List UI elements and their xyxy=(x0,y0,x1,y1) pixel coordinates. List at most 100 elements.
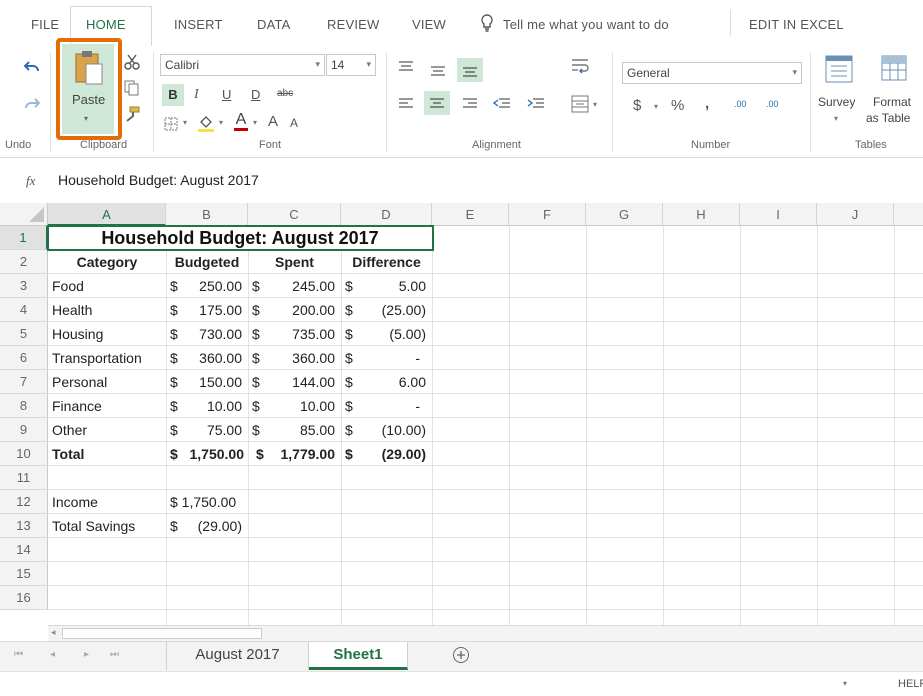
column-header-c[interactable]: C xyxy=(248,203,341,226)
cell-difference[interactable]: $ - xyxy=(341,394,432,418)
row-header-4[interactable]: 4 xyxy=(0,298,48,322)
merge-dropdown-icon[interactable]: ▾ xyxy=(593,100,597,109)
fill-color-icon[interactable] xyxy=(197,114,215,137)
cell-budgeted[interactable]: $10.00 xyxy=(166,394,248,418)
cell-category[interactable]: Finance xyxy=(48,394,166,418)
cell-budgeted[interactable]: $730.00 xyxy=(166,322,248,346)
format-painter-icon[interactable] xyxy=(124,106,140,127)
row-header-10[interactable]: 10 xyxy=(0,442,48,466)
borders-dropdown-icon[interactable]: ▾ xyxy=(183,118,187,127)
cell-difference[interactable]: $ (5.00) xyxy=(341,322,432,346)
column-header-a[interactable]: A xyxy=(48,203,166,226)
tell-me-search[interactable]: Tell me what you want to do xyxy=(503,17,669,32)
accounting-dropdown-icon[interactable]: ▾ xyxy=(654,102,658,111)
header-category[interactable]: Category xyxy=(48,250,166,274)
percent-format-button[interactable]: % xyxy=(671,98,684,113)
scrollbar-thumb[interactable] xyxy=(62,628,262,639)
decrease-decimal-button[interactable]: .00 xyxy=(766,100,779,109)
align-right-icon[interactable] xyxy=(462,97,478,116)
strikethrough-button[interactable]: abc xyxy=(277,89,293,99)
cell-total-label[interactable]: Total xyxy=(48,442,166,466)
paste-dropdown-arrow-icon[interactable]: ▾ xyxy=(84,114,88,123)
increase-indent-icon[interactable] xyxy=(527,97,545,116)
align-center-button[interactable] xyxy=(424,91,450,115)
fill-color-dropdown-icon[interactable]: ▾ xyxy=(219,118,223,127)
row-header-5[interactable]: 5 xyxy=(0,322,48,346)
merge-center-icon[interactable] xyxy=(571,95,589,118)
cell-budgeted[interactable]: $150.00 xyxy=(166,370,248,394)
tab-data[interactable]: DATA xyxy=(257,17,291,32)
copy-icon[interactable] xyxy=(124,80,140,101)
cell-difference[interactable]: $6.00 xyxy=(341,370,432,394)
row-header-12[interactable]: 12 xyxy=(0,490,48,514)
cell-difference[interactable]: $ (25.00) xyxy=(341,298,432,322)
cell-difference[interactable]: $ (10.00) xyxy=(341,418,432,442)
cell-total-spent[interactable]: $1,779.00 xyxy=(248,442,341,466)
cell-budgeted[interactable]: $75.00 xyxy=(166,418,248,442)
grow-font-button[interactable]: A xyxy=(268,114,278,129)
cell-total-difference[interactable]: $ (29.00) xyxy=(341,442,432,466)
column-header-j[interactable]: J xyxy=(817,203,894,226)
row-header-11[interactable]: 11 xyxy=(0,466,48,490)
comma-format-button[interactable]: , xyxy=(705,96,709,111)
number-format-combo[interactable]: General ▾ xyxy=(622,62,802,84)
tab-home[interactable]: HOME xyxy=(86,17,126,32)
cell-spent[interactable]: $735.00 xyxy=(248,322,341,346)
cell-spent[interactable]: $360.00 xyxy=(248,346,341,370)
cell-budgeted[interactable]: $175.00 xyxy=(166,298,248,322)
column-header-g[interactable]: G xyxy=(586,203,663,226)
accounting-format-button[interactable]: $ xyxy=(633,98,641,113)
cell-category[interactable]: Food xyxy=(48,274,166,298)
tab-file[interactable]: FILE xyxy=(31,17,59,32)
column-header-i[interactable]: I xyxy=(740,203,817,226)
shrink-font-button[interactable]: A xyxy=(290,117,298,129)
last-sheet-icon[interactable]: ⏭ xyxy=(110,649,119,660)
column-header-h[interactable]: H xyxy=(663,203,740,226)
function-icon[interactable]: fx xyxy=(26,173,35,189)
survey-label[interactable]: Survey xyxy=(818,95,855,109)
header-difference[interactable]: Difference xyxy=(341,250,432,274)
spreadsheet-grid[interactable]: A B C D E F G H I J 1 2 3 4 5 6 7 8 9 10… xyxy=(0,203,923,625)
header-spent[interactable]: Spent xyxy=(248,250,341,274)
cell-spent[interactable]: $200.00 xyxy=(248,298,341,322)
tab-review[interactable]: REVIEW xyxy=(327,17,379,32)
format-as-table-label-1[interactable]: Format xyxy=(873,95,911,109)
bold-button[interactable]: B xyxy=(162,84,184,106)
font-color-button[interactable]: A xyxy=(234,112,248,131)
row-header-15[interactable]: 15 xyxy=(0,562,48,586)
cell-category[interactable]: Housing xyxy=(48,322,166,346)
cell-category[interactable]: Other xyxy=(48,418,166,442)
sheet-tab-august-2017[interactable]: August 2017 xyxy=(166,642,309,670)
prev-sheet-icon[interactable]: ◂ xyxy=(50,649,55,660)
cell-income-value[interactable]: $ 1,750.00 xyxy=(166,490,248,514)
align-bottom-button[interactable] xyxy=(457,58,483,82)
tab-view[interactable]: VIEW xyxy=(412,17,446,32)
format-as-table-label-2[interactable]: as Table xyxy=(866,111,910,125)
edit-in-excel-button[interactable]: EDIT IN EXCEL xyxy=(749,17,844,32)
underline-button[interactable]: U xyxy=(222,88,231,101)
wrap-text-icon[interactable] xyxy=(571,58,589,81)
row-header-16[interactable]: 16 xyxy=(0,586,48,610)
font-size-combo[interactable]: 14 ▾ xyxy=(326,54,376,76)
paste-button[interactable]: Paste ▾ xyxy=(62,44,114,134)
status-dropdown-icon[interactable]: ▾ xyxy=(843,679,847,688)
increase-decimal-button[interactable]: .00 xyxy=(734,100,747,109)
select-all-corner[interactable] xyxy=(0,203,48,226)
row-header-8[interactable]: 8 xyxy=(0,394,48,418)
cell-budgeted[interactable]: $360.00 xyxy=(166,346,248,370)
row-header-3[interactable]: 3 xyxy=(0,274,48,298)
column-header-f[interactable]: F xyxy=(509,203,586,226)
borders-icon[interactable] xyxy=(164,117,178,136)
cell-difference[interactable]: $5.00 xyxy=(341,274,432,298)
first-sheet-icon[interactable]: ⏮ xyxy=(14,649,23,660)
scroll-left-icon[interactable]: ◂ xyxy=(51,627,56,638)
align-top-icon[interactable] xyxy=(398,60,414,79)
cell-spent[interactable]: $245.00 xyxy=(248,274,341,298)
row-header-14[interactable]: 14 xyxy=(0,538,48,562)
cut-icon[interactable] xyxy=(124,54,140,75)
formula-input[interactable]: Household Budget: August 2017 xyxy=(58,172,259,188)
column-header-k[interactable] xyxy=(894,203,923,226)
add-sheet-icon[interactable] xyxy=(452,646,470,669)
align-middle-icon[interactable] xyxy=(430,64,446,83)
font-color-dropdown-icon[interactable]: ▾ xyxy=(253,118,257,127)
